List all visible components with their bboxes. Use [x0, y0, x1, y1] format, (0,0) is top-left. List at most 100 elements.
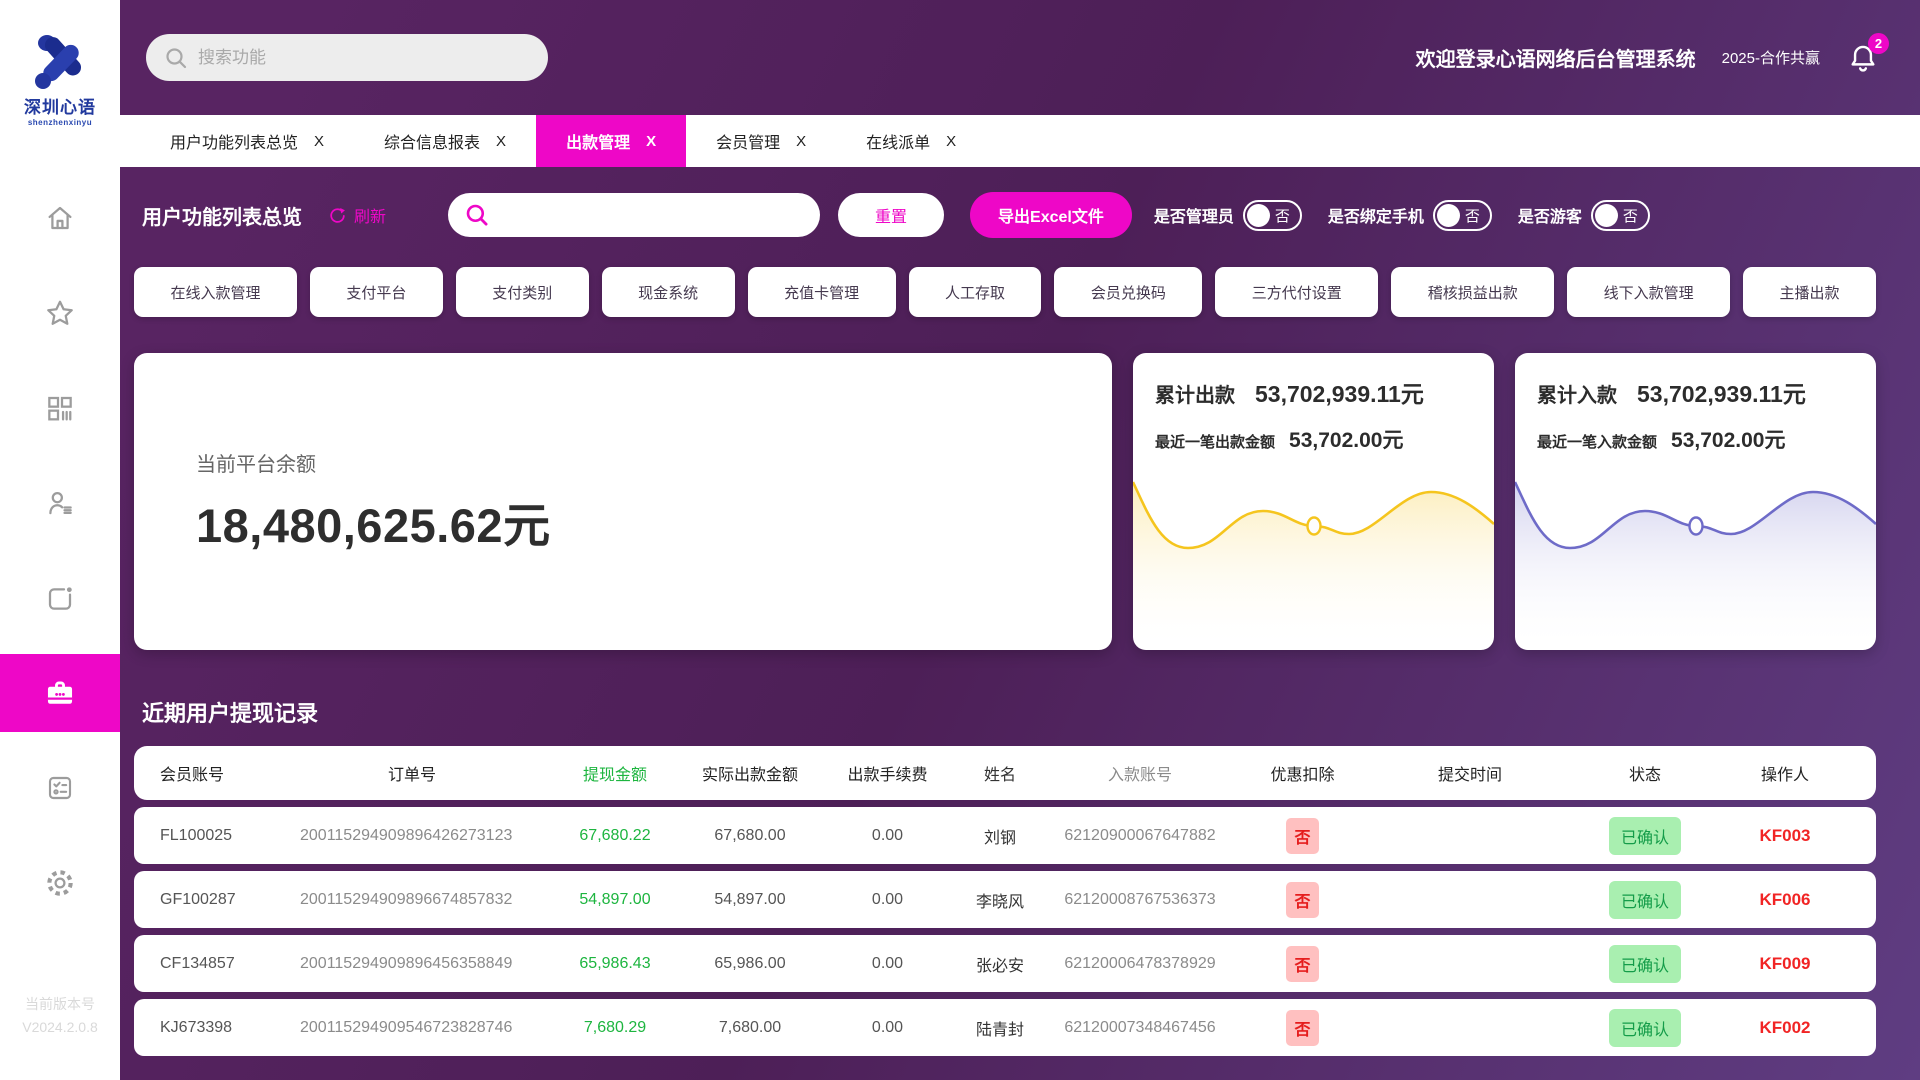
quick-button-7[interactable]: 三方代付设置 — [1215, 267, 1378, 317]
quick-button-8[interactable]: 稽核损益出款 — [1391, 267, 1554, 317]
refresh-button[interactable]: 刷新 — [328, 203, 386, 227]
toggle-switch[interactable]: 否 — [1591, 200, 1650, 231]
sidebar-item-star[interactable] — [0, 274, 120, 352]
quick-button-3[interactable]: 现金系统 — [602, 267, 735, 317]
payin-card: 累计入款 53,702,939.11元 最近一笔入款金额 53,702.00元 — [1515, 353, 1876, 650]
cell-amount: 54,897.00 — [550, 891, 680, 909]
tab-close-icon[interactable]: X — [946, 133, 956, 150]
cell-actual_amount: 54,897.00 — [680, 891, 820, 909]
tab-4[interactable]: 在线派单 X — [836, 115, 986, 167]
table-row: KJ6733982001152949095467238287467,680.29… — [134, 999, 1876, 1056]
sidebar-item-gear[interactable] — [0, 844, 120, 922]
quick-button-5[interactable]: 人工存取 — [909, 267, 1042, 317]
discount-badge: 否 — [1286, 1010, 1318, 1046]
brand-logo: 深圳心语 shenzhenxinyu — [0, 0, 120, 150]
version-number: V2024.2.0.8 — [0, 1016, 120, 1038]
toggle-label: 是否游客 — [1518, 203, 1582, 227]
operator-id: KF002 — [1759, 1018, 1810, 1037]
quick-button-4[interactable]: 充值卡管理 — [748, 267, 896, 317]
cell-operator: KF009 — [1720, 954, 1850, 974]
toggle-group: 是否管理员否是否绑定手机否是否游客否 — [1154, 200, 1650, 231]
status-badge: 已确认 — [1609, 817, 1681, 855]
cell-account: GF100287 — [160, 891, 300, 909]
cell-discount: 否 — [1235, 818, 1370, 854]
balance-value: 18,480,625.62元 — [196, 487, 1112, 556]
toolbar: 用户功能列表总览 刷新 重置 导出Excel文件 是否管理员否是否绑定手机否是否… — [134, 191, 1876, 239]
cell-status: 已确认 — [1570, 1009, 1720, 1047]
quick-button-0[interactable]: 在线入款管理 — [134, 267, 297, 317]
notification-bell[interactable]: 2 — [1846, 41, 1880, 75]
cell-actual_amount: 67,680.00 — [680, 827, 820, 845]
cell-fee: 0.00 — [820, 955, 955, 973]
quick-button-9[interactable]: 线下入款管理 — [1567, 267, 1730, 317]
welcome-text: 欢迎登录心语网络后台管理系统 — [1416, 43, 1696, 72]
tab-3[interactable]: 会员管理X — [686, 115, 836, 167]
cell-bank_account: 62120006478378929 — [1045, 955, 1235, 973]
cell-name: 李晓风 — [955, 888, 1045, 912]
cell-name: 陆青封 — [955, 1016, 1045, 1040]
tab-label: 在线派单 — [866, 129, 930, 153]
slogan-text: 2025-合作共赢 — [1722, 47, 1820, 68]
version-label: 当前版本号 — [0, 993, 120, 1015]
cell-order_no: 200115294909896456358849 — [300, 955, 550, 973]
tab-close-icon[interactable]: X — [314, 133, 324, 150]
quick-button-6[interactable]: 会员兑换码 — [1054, 267, 1202, 317]
briefcase-icon — [43, 676, 77, 710]
filter-search-input[interactable] — [498, 206, 804, 224]
sidebar-item-dashboard[interactable] — [0, 369, 120, 447]
column-header-fee: 出款手续费 — [820, 761, 955, 785]
payin-total: 53,702,939.11元 — [1637, 375, 1806, 409]
status-badge: 已确认 — [1609, 945, 1681, 983]
quick-button-10[interactable]: 主播出款 — [1743, 267, 1876, 317]
quick-button-2[interactable]: 支付类别 — [456, 267, 589, 317]
column-header-bank_account: 入款账号 — [1045, 761, 1235, 785]
search-icon — [164, 46, 188, 70]
cell-status: 已确认 — [1570, 945, 1720, 983]
tab-label: 出款管理 — [566, 129, 630, 153]
discount-badge: 否 — [1286, 818, 1318, 854]
tab-close-icon[interactable]: X — [796, 133, 806, 150]
toggle-0: 是否管理员否 — [1154, 200, 1302, 231]
table-row: CF13485720011529490989645635884965,986.4… — [134, 935, 1876, 992]
export-excel-button[interactable]: 导出Excel文件 — [970, 192, 1132, 238]
toggle-label: 是否绑定手机 — [1328, 203, 1424, 227]
column-header-name: 姓名 — [955, 761, 1045, 785]
brand-name-cn: 深圳心语 — [24, 93, 96, 118]
global-search-input[interactable] — [198, 48, 530, 68]
column-header-actual_amount: 实际出款金额 — [680, 761, 820, 785]
toggle-switch[interactable]: 否 — [1243, 200, 1302, 231]
payout-sparkline — [1133, 464, 1494, 650]
tab-2[interactable]: 出款管理 X — [536, 115, 686, 167]
cell-discount: 否 — [1235, 946, 1370, 982]
sidebar-item-home[interactable] — [0, 179, 120, 257]
balance-label: 当前平台余额 — [196, 448, 1112, 477]
user-list-icon — [44, 487, 76, 519]
tab-1[interactable]: 综合信息报表X — [354, 115, 536, 167]
column-header-amount: 提现金额 — [550, 761, 680, 785]
column-header-operator: 操作人 — [1720, 761, 1850, 785]
toggle-switch[interactable]: 否 — [1433, 200, 1492, 231]
tab-close-icon[interactable]: X — [646, 133, 656, 150]
toggle-knob — [1247, 204, 1270, 227]
operator-id: KF006 — [1759, 890, 1810, 909]
tab-0[interactable]: 用户功能列表总览 X — [140, 115, 354, 167]
quick-button-1[interactable]: 支付平台 — [310, 267, 443, 317]
cell-order_no: 200115294909896426273123 — [300, 827, 550, 845]
discount-badge: 否 — [1286, 946, 1318, 982]
reset-button[interactable]: 重置 — [838, 193, 944, 237]
tab-label: 用户功能列表总览 — [170, 129, 298, 153]
sidebar-item-user-list[interactable] — [0, 464, 120, 542]
table-row: GF10028720011529490989667485783254,897.0… — [134, 871, 1876, 928]
content: 用户功能列表总览 刷新 重置 导出Excel文件 是否管理员否是否绑定手机否是否… — [120, 167, 1920, 1080]
sidebar-item-document[interactable] — [0, 559, 120, 637]
cell-operator: KF006 — [1720, 890, 1850, 910]
gear-icon — [44, 867, 76, 899]
app-window: 深圳心语 shenzhenxinyu 当前版本号 V2024.2.0.8 欢迎登… — [0, 0, 1920, 1080]
sidebar-item-checklist[interactable] — [0, 749, 120, 827]
document-icon — [44, 582, 76, 614]
payin-sparkline — [1515, 464, 1876, 650]
tab-close-icon[interactable]: X — [496, 133, 506, 150]
sidebar-item-briefcase[interactable] — [0, 654, 120, 732]
notification-badge: 2 — [1868, 33, 1889, 54]
toggle-knob — [1437, 204, 1460, 227]
